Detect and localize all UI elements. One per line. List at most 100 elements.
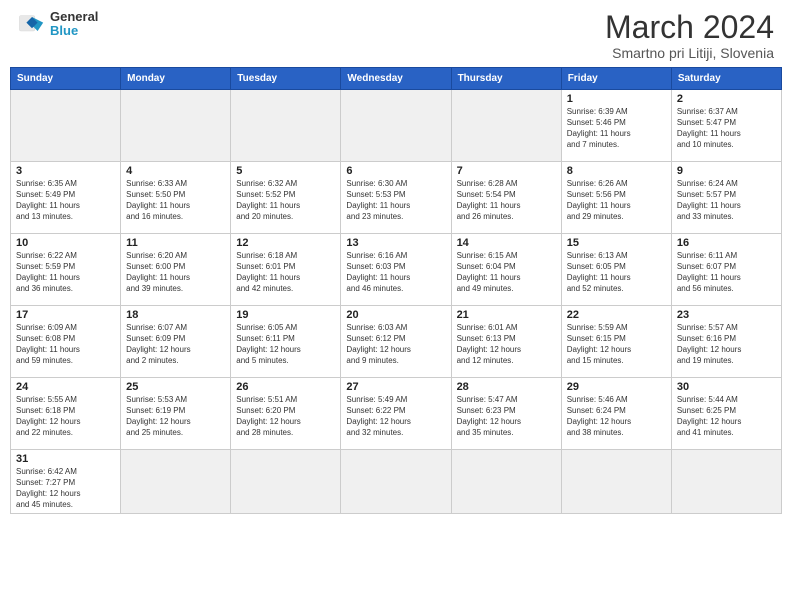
location: Smartno pri Litiji, Slovenia (605, 45, 774, 61)
day-number: 13 (346, 237, 445, 249)
day-number: 2 (677, 93, 776, 105)
day-number: 20 (346, 309, 445, 321)
calendar-dow-thursday: Thursday (451, 68, 561, 90)
day-number: 30 (677, 381, 776, 393)
day-number: 4 (126, 165, 225, 177)
calendar-table: SundayMondayTuesdayWednesdayThursdayFrid… (10, 67, 782, 514)
calendar-cell (121, 90, 231, 162)
day-number: 12 (236, 237, 335, 249)
day-info: Sunrise: 6:16 AM Sunset: 6:03 PM Dayligh… (346, 251, 445, 294)
calendar-cell: 2 Sunrise: 6:37 AM Sunset: 5:47 PM Daylig… (671, 90, 781, 162)
day-number: 28 (457, 381, 556, 393)
calendar-cell (451, 90, 561, 162)
calendar-cell: 5Sunrise: 6:32 AM Sunset: 5:52 PM Daylig… (231, 162, 341, 234)
day-info: Sunrise: 6:07 AM Sunset: 6:09 PM Dayligh… (126, 323, 225, 366)
calendar-cell: 12Sunrise: 6:18 AM Sunset: 6:01 PM Dayli… (231, 234, 341, 306)
calendar-cell: 22Sunrise: 5:59 AM Sunset: 6:15 PM Dayli… (561, 306, 671, 378)
day-number: 24 (16, 381, 115, 393)
calendar-cell: 25 Sunrise: 5:53 AM Sunset: 6:19 PM Dayli… (121, 378, 231, 450)
calendar-cell: 7 Sunrise: 6:28 AM Sunset: 5:54 PM Daylig… (451, 162, 561, 234)
calendar-dow-monday: Monday (121, 68, 231, 90)
day-number: 6 (346, 165, 445, 177)
calendar-cell (671, 450, 781, 514)
calendar-cell: 17Sunrise: 6:09 AM Sunset: 6:08 PM Dayli… (11, 306, 121, 378)
title-block: March 2024 Smartno pri Litiji, Slovenia (605, 10, 774, 61)
day-info: Sunrise: 6:05 AM Sunset: 6:11 PM Dayligh… (236, 323, 335, 366)
day-number: 8 (567, 165, 666, 177)
calendar-cell (231, 90, 341, 162)
calendar-cell: 14Sunrise: 6:15 AM Sunset: 6:04 PM Dayli… (451, 234, 561, 306)
calendar-cell (341, 450, 451, 514)
day-info: Sunrise: 5:47 AM Sunset: 6:23 PM Dayligh… (457, 395, 556, 438)
calendar-week-3: 17Sunrise: 6:09 AM Sunset: 6:08 PM Dayli… (11, 306, 782, 378)
calendar-cell: 21 Sunrise: 6:01 AM Sunset: 6:13 PM Dayli… (451, 306, 561, 378)
day-info: Sunrise: 6:26 AM Sunset: 5:56 PM Dayligh… (567, 179, 666, 222)
calendar-cell: 20 Sunrise: 6:03 AM Sunset: 6:12 PM Dayli… (341, 306, 451, 378)
calendar-cell: 28 Sunrise: 5:47 AM Sunset: 6:23 PM Dayli… (451, 378, 561, 450)
calendar-cell: 13 Sunrise: 6:16 AM Sunset: 6:03 PM Dayli… (341, 234, 451, 306)
calendar-cell: 1Sunrise: 6:39 AM Sunset: 5:46 PM Daylig… (561, 90, 671, 162)
day-info: Sunrise: 5:57 AM Sunset: 6:16 PM Dayligh… (677, 323, 776, 366)
calendar-cell: 9Sunrise: 6:24 AM Sunset: 5:57 PM Daylig… (671, 162, 781, 234)
calendar-cell: 18 Sunrise: 6:07 AM Sunset: 6:09 PM Dayli… (121, 306, 231, 378)
calendar-dow-friday: Friday (561, 68, 671, 90)
calendar-dow-sunday: Sunday (11, 68, 121, 90)
calendar-dow-saturday: Saturday (671, 68, 781, 90)
calendar-cell: 3 Sunrise: 6:35 AM Sunset: 5:49 PM Daylig… (11, 162, 121, 234)
logo: General Blue (18, 10, 98, 39)
day-info: Sunrise: 6:33 AM Sunset: 5:50 PM Dayligh… (126, 179, 225, 222)
day-number: 23 (677, 309, 776, 321)
calendar-week-4: 24 Sunrise: 5:55 AM Sunset: 6:18 PM Dayli… (11, 378, 782, 450)
day-info: Sunrise: 6:28 AM Sunset: 5:54 PM Dayligh… (457, 179, 556, 222)
calendar-dow-tuesday: Tuesday (231, 68, 341, 90)
calendar-cell (561, 450, 671, 514)
calendar-cell (451, 450, 561, 514)
month-title: March 2024 (605, 10, 774, 45)
header: General Blue March 2024 Smartno pri Liti… (0, 0, 792, 67)
day-info: Sunrise: 6:01 AM Sunset: 6:13 PM Dayligh… (457, 323, 556, 366)
day-info: Sunrise: 6:20 AM Sunset: 6:00 PM Dayligh… (126, 251, 225, 294)
calendar-cell (11, 90, 121, 162)
day-info: Sunrise: 5:55 AM Sunset: 6:18 PM Dayligh… (16, 395, 115, 438)
day-info: Sunrise: 6:39 AM Sunset: 5:46 PM Dayligh… (567, 107, 666, 150)
day-info: Sunrise: 6:37 AM Sunset: 5:47 PM Dayligh… (677, 107, 776, 150)
day-info: Sunrise: 6:30 AM Sunset: 5:53 PM Dayligh… (346, 179, 445, 222)
calendar-cell: 23 Sunrise: 5:57 AM Sunset: 6:16 PM Dayli… (671, 306, 781, 378)
calendar-cell: 30 Sunrise: 5:44 AM Sunset: 6:25 PM Dayli… (671, 378, 781, 450)
calendar-week-0: 1Sunrise: 6:39 AM Sunset: 5:46 PM Daylig… (11, 90, 782, 162)
general-blue-icon (18, 10, 46, 38)
day-info: Sunrise: 5:46 AM Sunset: 6:24 PM Dayligh… (567, 395, 666, 438)
day-number: 25 (126, 381, 225, 393)
day-number: 22 (567, 309, 666, 321)
day-number: 17 (16, 309, 115, 321)
day-info: Sunrise: 6:22 AM Sunset: 5:59 PM Dayligh… (16, 251, 115, 294)
calendar-week-2: 10 Sunrise: 6:22 AM Sunset: 5:59 PM Dayli… (11, 234, 782, 306)
day-number: 27 (346, 381, 445, 393)
calendar-cell (121, 450, 231, 514)
calendar-dow-wednesday: Wednesday (341, 68, 451, 90)
day-info: Sunrise: 5:53 AM Sunset: 6:19 PM Dayligh… (126, 395, 225, 438)
day-info: Sunrise: 5:49 AM Sunset: 6:22 PM Dayligh… (346, 395, 445, 438)
day-number: 21 (457, 309, 556, 321)
day-info: Sunrise: 6:32 AM Sunset: 5:52 PM Dayligh… (236, 179, 335, 222)
calendar-cell: 16 Sunrise: 6:11 AM Sunset: 6:07 PM Dayli… (671, 234, 781, 306)
day-info: Sunrise: 6:35 AM Sunset: 5:49 PM Dayligh… (16, 179, 115, 222)
day-info: Sunrise: 6:11 AM Sunset: 6:07 PM Dayligh… (677, 251, 776, 294)
day-number: 18 (126, 309, 225, 321)
day-number: 3 (16, 165, 115, 177)
calendar-week-1: 3 Sunrise: 6:35 AM Sunset: 5:49 PM Daylig… (11, 162, 782, 234)
day-info: Sunrise: 6:03 AM Sunset: 6:12 PM Dayligh… (346, 323, 445, 366)
day-number: 16 (677, 237, 776, 249)
day-number: 14 (457, 237, 556, 249)
calendar-cell: 15Sunrise: 6:13 AM Sunset: 6:05 PM Dayli… (561, 234, 671, 306)
day-number: 10 (16, 237, 115, 249)
day-number: 11 (126, 237, 225, 249)
day-number: 7 (457, 165, 556, 177)
day-info: Sunrise: 5:44 AM Sunset: 6:25 PM Dayligh… (677, 395, 776, 438)
calendar-cell: 6 Sunrise: 6:30 AM Sunset: 5:53 PM Daylig… (341, 162, 451, 234)
day-info: Sunrise: 5:51 AM Sunset: 6:20 PM Dayligh… (236, 395, 335, 438)
calendar-week-5: 31Sunrise: 6:42 AM Sunset: 7:27 PM Dayli… (11, 450, 782, 514)
calendar-cell: 19 Sunrise: 6:05 AM Sunset: 6:11 PM Dayli… (231, 306, 341, 378)
day-number: 15 (567, 237, 666, 249)
day-number: 19 (236, 309, 335, 321)
